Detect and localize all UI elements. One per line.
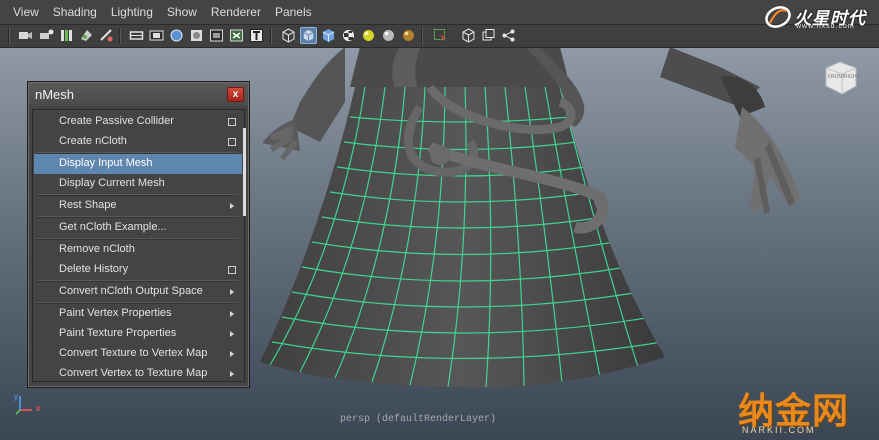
submenu-arrow-icon (230, 311, 234, 317)
window-title: nMesh (35, 87, 75, 102)
default-light-icon[interactable] (360, 27, 377, 44)
select-highlight-icon[interactable] (432, 27, 449, 44)
submenu-arrow-icon (230, 351, 234, 357)
cube-outline-icon[interactable] (460, 27, 477, 44)
bookmarks-icon[interactable] (58, 27, 75, 44)
menu-item-label: Display Current Mesh (59, 177, 165, 189)
wireframe-cube-icon[interactable] (280, 27, 297, 44)
resolution-gate-icon[interactable] (148, 27, 165, 44)
toolbar-separator (8, 28, 10, 44)
hxsd-logo-url: www.hxsd.com (796, 23, 855, 30)
hxsd-logo-icon (765, 6, 791, 28)
toolbar-separator (270, 28, 272, 44)
submenu-arrow-icon (230, 289, 234, 295)
menu-lighting[interactable]: Lighting (104, 0, 160, 25)
view-cube[interactable]: FRONT RIGHT (822, 60, 860, 96)
menu-panel: Create Passive Collider Create nCloth Di… (32, 109, 246, 384)
menu-item-delete-history[interactable]: Delete History (34, 260, 242, 280)
view-cube-right-label: RIGHT (844, 74, 860, 80)
axis-y-label: y (14, 392, 18, 401)
menu-item-paint-vertex-properties[interactable]: Paint Vertex Properties (34, 304, 242, 324)
grid-toggle-icon[interactable] (98, 27, 115, 44)
camera-select-icon[interactable] (17, 27, 34, 44)
menu-item-label: Convert Vertex to Texture Map (59, 367, 208, 379)
checker-texture-icon[interactable] (340, 27, 357, 44)
axis-gizmo-icon (15, 396, 32, 415)
menu-item-label: Create nCloth (59, 135, 127, 147)
panel-toolbar (0, 25, 879, 48)
menu-item-rest-shape[interactable]: Rest Shape (34, 196, 242, 216)
submenu-arrow-icon (230, 371, 234, 377)
image-plane-icon[interactable] (78, 27, 95, 44)
menu-item-label: Paint Texture Properties (59, 327, 177, 339)
narkii-watermark: 纳金网 NARKII.COM (738, 382, 876, 438)
narkii-logo-url: NARKII.COM (742, 425, 816, 435)
submenu-arrow-icon (230, 331, 234, 337)
nmesh-menu-window[interactable]: nMesh x Create Passive Collider Create n… (27, 81, 250, 388)
menu-item-convert-vertex-to-texture-map[interactable]: Convert Vertex to Texture Map (34, 364, 242, 384)
menu-item-create-passive-collider[interactable]: Create Passive Collider (34, 112, 242, 132)
menu-shading[interactable]: Shading (46, 0, 104, 25)
menu-item-label: Get nCloth Example... (59, 221, 167, 233)
menu-item-display-current-mesh[interactable]: Display Current Mesh (34, 174, 242, 194)
isolate-select-icon[interactable] (208, 27, 225, 44)
menu-item-convert-ncloth-output-space[interactable]: Convert nCloth Output Space (34, 282, 242, 302)
axis-indicator: y x (14, 392, 50, 416)
submenu-arrow-icon (230, 203, 234, 209)
menu-item-label: Create Passive Collider (59, 115, 174, 127)
share-node-icon[interactable] (500, 27, 517, 44)
window-titlebar[interactable]: nMesh x (29, 83, 248, 106)
film-gate-icon[interactable] (128, 27, 145, 44)
maya-screenshot: View Shading Lighting Show Renderer Pane… (0, 0, 879, 440)
option-box-icon[interactable] (228, 118, 236, 126)
menu-item-display-input-mesh[interactable]: Display Input Mesh (34, 154, 242, 174)
menu-item-label: Display Input Mesh (59, 157, 153, 169)
close-button[interactable]: x (227, 87, 244, 102)
close-icon: x (232, 89, 239, 100)
all-lights-icon[interactable] (380, 27, 397, 44)
menu-item-remove-ncloth[interactable]: Remove nCloth (34, 240, 242, 260)
axis-x-label: x (36, 403, 41, 413)
hxsd-watermark: 火星时代 www.hxsd.com (764, 2, 876, 32)
toolbar-separator (421, 28, 423, 44)
menu-panels[interactable]: Panels (268, 0, 319, 25)
wireframe-shaded-icon[interactable] (168, 27, 185, 44)
menu-item-label: Paint Vertex Properties (59, 307, 172, 319)
menu-renderer[interactable]: Renderer (204, 0, 268, 25)
text-toggle-icon[interactable] (248, 27, 265, 44)
menu-item-get-ncloth-example[interactable]: Get nCloth Example... (34, 218, 242, 238)
menu-item-label: Remove nCloth (59, 243, 135, 255)
menu-item-label: Rest Shape (59, 199, 117, 211)
shaded-cube-icon[interactable] (300, 27, 317, 44)
toolbar-separator (119, 28, 121, 44)
xray-icon[interactable] (188, 27, 205, 44)
hud-icon[interactable] (228, 27, 245, 44)
menu-item-paint-texture-properties[interactable]: Paint Texture Properties (34, 324, 242, 344)
menu-item-label: Delete History (59, 263, 129, 275)
menu-item-label: Convert Texture to Vertex Map (59, 347, 208, 359)
menu-view[interactable]: View (6, 0, 46, 25)
menu-scrollbar[interactable] (243, 128, 246, 216)
option-box-icon[interactable] (228, 266, 236, 274)
menu-item-label: Convert nCloth Output Space (59, 285, 203, 297)
camera-attributes-icon[interactable] (38, 27, 55, 44)
smooth-cube-icon[interactable] (320, 27, 337, 44)
menu-item-create-ncloth[interactable]: Create nCloth (34, 132, 242, 152)
panel-menu-bar: View Shading Lighting Show Renderer Pane… (0, 0, 879, 25)
menu-show[interactable]: Show (160, 0, 204, 25)
shadows-icon[interactable] (400, 27, 417, 44)
view-cube-front-label: FRONT (828, 74, 846, 80)
menu-item-convert-texture-to-vertex-map[interactable]: Convert Texture to Vertex Map (34, 344, 242, 364)
two-panes-icon[interactable] (480, 27, 497, 44)
camera-label: persp (defaultRenderLayer) (340, 414, 497, 425)
option-box-icon[interactable] (228, 138, 236, 146)
